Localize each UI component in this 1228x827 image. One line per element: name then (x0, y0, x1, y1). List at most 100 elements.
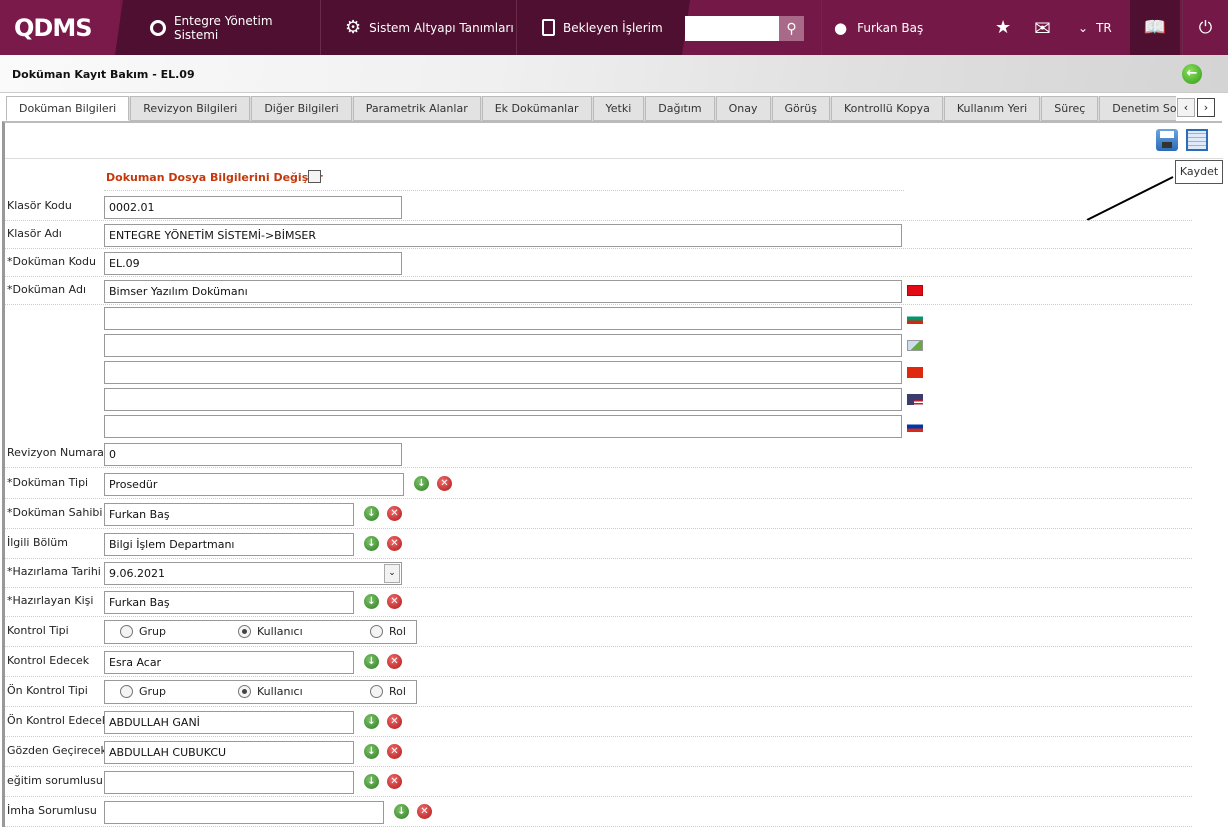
klasor_kodu-input[interactable]: 0002.01 (104, 195, 402, 219)
search-input[interactable] (685, 16, 779, 41)
kontrol_tipi-option-kullanıcı[interactable]: Kullanıcı (238, 625, 303, 638)
dokuman-adi-row-3 (5, 359, 1192, 386)
flag-cn-icon (907, 366, 923, 378)
clear-x-icon[interactable]: ✕ (387, 744, 402, 759)
dokuman_tipi-input[interactable]: Prosedür (104, 472, 404, 496)
calendar-grid-icon[interactable] (1186, 129, 1208, 151)
tab-scroll-right[interactable]: › (1197, 98, 1215, 117)
clear-x-icon[interactable]: ✕ (437, 476, 452, 491)
klasor_kodu-row: Klasör Kodu 0002.01 (5, 193, 1192, 221)
hazirlayan-input[interactable]: Furkan Baş (104, 590, 354, 614)
imha-input[interactable] (104, 800, 384, 824)
tab-scroll-left[interactable]: ‹ (1177, 98, 1195, 117)
select-down-icon[interactable]: ↓ (364, 774, 379, 789)
clear-x-icon[interactable]: ✕ (387, 714, 402, 729)
dokuman-adi-input-tr[interactable]: Bimser Yazılım Dokümanı (104, 279, 902, 303)
clear-x-icon[interactable]: ✕ (387, 594, 402, 609)
egitim-input[interactable] (104, 770, 354, 794)
qdms-logo[interactable]: QDMS (0, 0, 120, 55)
kontrol_edecek-row: Kontrol Edecek Esra Acar ↓ ✕ (5, 647, 1192, 677)
tab-11[interactable]: Süreç (1041, 96, 1099, 121)
tab-bar: Doküman Bilgileri Revizyon Bilgileri Diğer… (6, 96, 1176, 121)
flag-tr-icon (907, 285, 923, 296)
top-navbar: QDMS Entegre Yönetim Sistemi ⚙ Sistem Al… (0, 0, 1228, 55)
kontrol_tipi-option-grup[interactable]: Grup (120, 625, 166, 638)
star-icon[interactable]: ★ (995, 0, 1011, 55)
radio-button[interactable] (120, 625, 133, 638)
power-icon[interactable]: ⏻ (1182, 0, 1228, 55)
dokuman_sahibi-input[interactable]: Furkan Baş (104, 502, 354, 526)
klasor_adi-input[interactable]: ENTEGRE YÖNETİM SİSTEMİ->BİMSER (104, 223, 902, 247)
tab-8[interactable]: Görüş (771, 96, 830, 121)
nav-entegre[interactable]: Entegre Yönetim Sistemi (120, 0, 320, 55)
change-file-checkbox[interactable] (308, 170, 321, 183)
clear-x-icon[interactable]: ✕ (417, 804, 432, 819)
select-down-icon[interactable]: ↓ (414, 476, 429, 491)
dokuman-adi-row-0: *Doküman Adı Bimser Yazılım Dokümanı (5, 277, 1192, 305)
egitim-row: eğitim sorumlusu ↓ ✕ (5, 767, 1192, 797)
user-menu[interactable]: ● Furkan Baş (834, 0, 923, 55)
tab-4[interactable]: Ek Dokümanlar (481, 96, 592, 121)
select-down-icon[interactable]: ↓ (364, 536, 379, 551)
clear-x-icon[interactable]: ✕ (387, 536, 402, 551)
tab-5[interactable]: Yetki (592, 96, 645, 121)
gozden_gecirecek-input[interactable]: ABDULLAH CUBUKCU (104, 740, 354, 764)
hazirlama_tarihi-input[interactable]: 9.06.2021 ⌄ (104, 561, 402, 585)
select-down-icon[interactable]: ↓ (364, 654, 379, 669)
clear-x-icon[interactable]: ✕ (387, 506, 402, 521)
date-dropdown-button[interactable]: ⌄ (384, 563, 400, 583)
select-down-icon[interactable]: ↓ (394, 804, 409, 819)
save-icon[interactable] (1156, 129, 1178, 151)
radio-button[interactable] (238, 625, 251, 638)
ilgili_bolum-input[interactable]: Bilgi İşlem Departmanı (104, 532, 354, 556)
tab-2[interactable]: Diğer Bilgileri (251, 96, 352, 121)
dokuman_kodu-row: *Doküman Kodu EL.09 (5, 249, 1192, 277)
radio-button[interactable] (238, 685, 251, 698)
dokuman-adi-input-unknown[interactable] (104, 334, 902, 357)
tab-12[interactable]: Denetim Soruları (1099, 96, 1176, 121)
hazirlama_tarihi-row: *Hazırlama Tarihi 9.06.2021 ⌄ (5, 558, 1192, 588)
tab-0[interactable]: Doküman Bilgileri (6, 96, 130, 121)
kontrol_tipi-option-rol[interactable]: Rol (370, 625, 406, 638)
dokuman-adi-input-ru[interactable] (104, 415, 902, 438)
mail-icon[interactable]: ✉ (1034, 0, 1051, 55)
tab-9[interactable]: Kontrollü Kopya (830, 96, 943, 121)
flag-ru-icon (907, 420, 923, 432)
on_kontrol_edecek-input[interactable]: ABDULLAH GANİ (104, 710, 354, 734)
tab-3[interactable]: Parametrik Alanlar (352, 96, 481, 121)
manual-book-icon[interactable]: 📖 (1130, 0, 1180, 55)
radio-button[interactable] (120, 685, 133, 698)
clear-x-icon[interactable]: ✕ (387, 654, 402, 669)
dokuman-adi-input-cn[interactable] (104, 361, 902, 384)
dokuman-adi-input-bg[interactable] (104, 307, 902, 330)
radio-button[interactable] (370, 625, 383, 638)
dokuman_kodu-input[interactable]: EL.09 (104, 251, 402, 275)
kontrol_tipi-row: Kontrol Tipi Grup Kullanıcı Rol (5, 617, 1192, 647)
hazirlama_tarihi-label: *Hazırlama Tarihi (7, 565, 101, 578)
tab-1[interactable]: Revizyon Bilgileri (130, 96, 251, 121)
ilgili_bolum-row: İlgili Bölüm Bilgi İşlem Departmanı ↓ ✕ (5, 529, 1192, 559)
hazirlayan-row: *Hazırlayan Kişi Furkan Baş ↓ ✕ (5, 587, 1192, 617)
on_kontrol_tipi-option-kullanıcı[interactable]: Kullanıcı (238, 685, 303, 698)
dokuman-adi-input-us[interactable] (104, 388, 902, 411)
dokuman_adi-label: *Doküman Adı (7, 283, 86, 296)
tab-6[interactable]: Dağıtım (645, 96, 715, 121)
select-down-icon[interactable]: ↓ (364, 506, 379, 521)
radio-button[interactable] (370, 685, 383, 698)
tab-7[interactable]: Onay (715, 96, 771, 121)
select-down-icon[interactable]: ↓ (364, 594, 379, 609)
revizyon-input[interactable]: 0 (104, 442, 402, 466)
select-down-icon[interactable]: ↓ (364, 744, 379, 759)
hazirlayan-label: *Hazırlayan Kişi (7, 594, 94, 607)
nav-bekleyen[interactable]: Bekleyen İşlerim (512, 0, 682, 55)
back-arrow-icon[interactable]: ← (1182, 64, 1202, 84)
language-selector[interactable]: ⌄ TR (1078, 0, 1112, 55)
nav-sistem[interactable]: ⚙ Sistem Altyapı Tanımları (315, 0, 520, 55)
on_kontrol_tipi-option-grup[interactable]: Grup (120, 685, 166, 698)
select-down-icon[interactable]: ↓ (364, 714, 379, 729)
search-button[interactable]: ⚲ (779, 16, 804, 41)
kontrol_edecek-input[interactable]: Esra Acar (104, 650, 354, 674)
clear-x-icon[interactable]: ✕ (387, 774, 402, 789)
tab-10[interactable]: Kullanım Yeri (943, 96, 1041, 121)
on_kontrol_tipi-option-rol[interactable]: Rol (370, 685, 406, 698)
